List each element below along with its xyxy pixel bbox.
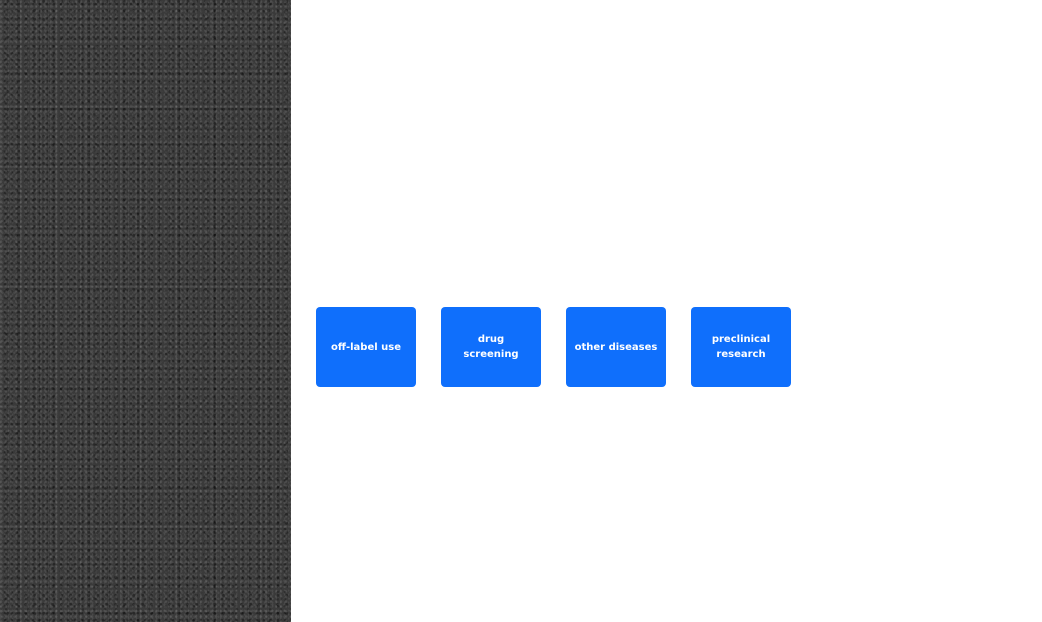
asphalt-texture-panel [0, 0, 291, 622]
preclinical-research-button[interactable]: preclinical research [691, 307, 791, 387]
content-area: off-label use drug screening other disea… [291, 0, 1042, 622]
off-label-use-button[interactable]: off-label use [316, 307, 416, 387]
option-buttons: off-label use drug screening other disea… [316, 307, 791, 387]
drug-screening-button[interactable]: drug screening [441, 307, 541, 387]
page: off-label use drug screening other disea… [0, 0, 1042, 622]
other-diseases-button[interactable]: other diseases [566, 307, 666, 387]
